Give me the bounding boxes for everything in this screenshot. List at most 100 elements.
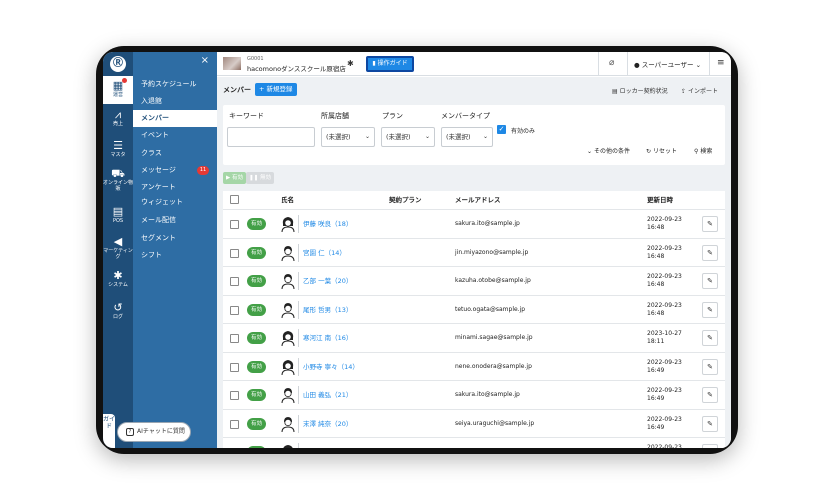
submenu-item-shift[interactable]: シフト [133,247,217,264]
table-row[interactable]: 有効 山田 義弘（21） sakura.ito@sample.jp 2022-09-2… [223,380,725,409]
shop-settings-icon[interactable]: ✱ [347,59,354,68]
divider [598,52,599,76]
reset-button[interactable]: ↻ リセット [646,146,677,155]
edit-icon[interactable]: ✎ [702,330,718,346]
app-logo-icon[interactable]: Ⓡ [110,56,126,72]
member-name-link[interactable]: 乙部 一葉（20） [303,267,352,295]
select-all-checkbox[interactable] [230,195,239,204]
sub-navigation: × 予約スケジュール 入退館 メンバー イベント クラス メッセージ 11 アン… [133,52,217,448]
column-header-updated[interactable]: 更新日時 [647,191,673,209]
row-checkbox[interactable] [230,362,239,372]
member-name-link[interactable]: 山田 義弘（21） [303,381,352,409]
megaphone-icon: ◀ [113,235,123,248]
active-only-checkbox[interactable]: ✓ [497,125,506,134]
column-header-email[interactable]: メールアドレス [455,191,501,209]
edit-icon[interactable]: ✎ [702,415,718,432]
ai-chat-button[interactable]: ? AIチャットに質問 [117,422,191,442]
submenu-item-messages[interactable]: メッセージ 11 [133,162,217,179]
new-member-button[interactable]: + 新規登録 [255,83,297,96]
guide-side-tab[interactable]: ガイド [103,414,115,448]
table-row[interactable]: 有効 宮園 仁（14） jin.miyazono@sample.jp 2022-09-… [223,237,725,267]
member-name-link[interactable]: 伊藤 咲良（18） [303,210,352,238]
rail-item-sales[interactable]: ⩘ 売上 [103,109,133,133]
rail-item-log[interactable]: ↺ ログ [103,302,133,326]
member-name-link[interactable]: 末澤 純奈（20） [303,410,352,438]
bulk-activate-button[interactable]: ▶ 有効 [223,172,246,184]
row-checkbox[interactable] [230,305,239,315]
row-checkbox[interactable] [230,419,239,429]
close-icon[interactable]: × [201,55,209,66]
member-type-select[interactable]: (未選択) ⌄ [441,127,493,147]
member-name-link[interactable]: 寒河江 南（16） [303,324,352,352]
submenu-item-checkin[interactable]: 入退館 [133,93,217,110]
row-checkbox[interactable] [230,334,239,343]
table-row[interactable]: 有効 乙部 一葉（20） kazuha.otobe@sample.jp 2022-09… [223,266,725,295]
refresh-icon: ↻ [646,148,652,155]
other-conditions-button[interactable]: ⌄ その他の条件 [587,146,630,155]
shop-code: G0001 [247,56,264,62]
submenu-item-survey[interactable]: アンケート [133,179,217,196]
divider [298,215,299,233]
submenu-item-widget[interactable]: ウィジェット [133,196,217,206]
keyword-input[interactable] [227,127,315,147]
rail-item-online-sales[interactable]: ⛟ オンライン物販 [103,168,133,198]
table-row[interactable]: 有効 伊藤 咲良（18） sakura.ito@sample.jp 2022-09-2… [223,209,725,238]
table-row[interactable]: 有効 尾形 哲男（13） tetuo.ogata@sample.jp 2022-09-… [223,294,725,324]
shop-name[interactable]: hacomonoダンススクール原宿店 [247,63,346,73]
hamburger-menu-icon[interactable]: ≡ [717,58,725,68]
shop-thumbnail [223,57,241,70]
edit-icon[interactable]: ✎ [702,358,718,375]
submenu-item-reservation[interactable]: 予約スケジュール [133,76,217,93]
rail-item-master[interactable]: ☰ マスタ [103,140,133,164]
keyword-label: キーワード [229,112,264,120]
divider [298,329,299,347]
row-checkbox[interactable] [230,220,239,229]
member-name-link[interactable]: 小野寺 寧々（14） [303,353,359,381]
locker-status-link[interactable]: ▤ ロッカー契約状況 [612,86,668,95]
table-row[interactable]: 有効 小野寺 寧々（14） nene.onodera@sample.jp 2022-0… [223,351,725,381]
plan-select[interactable]: (未選択) ⌄ [381,127,435,147]
submenu-item-classes[interactable]: クラス [133,145,217,162]
column-header-name[interactable]: 氏名 [281,191,294,209]
table-row[interactable]: 有効 末澤 純奈（20） seiya.uraguchi@sample.jp 2022-… [223,408,725,438]
notification-off-icon[interactable]: ⌀ [609,58,614,68]
submenu-item-segment[interactable]: セグメント [133,230,217,247]
edit-icon[interactable]: ✎ [702,387,718,403]
chevron-down-icon: ⌄ [424,133,430,140]
submenu-item-events[interactable]: イベント [133,127,217,144]
table-row[interactable]: 有効 2022-09-23 ✎ [223,437,725,448]
table-row[interactable]: 有効 寒河江 南（16） minami.sagae@sample.jp 2023-10… [223,323,725,352]
edit-icon[interactable]: ✎ [702,216,718,232]
plan-label: プラン [382,112,403,120]
edit-icon[interactable]: ✎ [702,444,718,448]
row-checkbox[interactable] [230,391,239,400]
bulk-deactivate-button[interactable]: ❚❚ 無効 [246,172,274,184]
avatar-icon [281,245,295,261]
user-menu[interactable]: ● スーパーユーザー ⌄ [634,59,701,69]
rail-label: 売上 [112,121,123,127]
submenu-item-members[interactable]: メンバー [133,110,217,127]
rail-item-pos[interactable]: ▤ POS [103,206,133,230]
edit-icon[interactable]: ✎ [702,301,718,318]
submenu-item-mail[interactable]: メール配信 [133,212,217,229]
rail-item-operations[interactable]: ▦ 運営 [103,76,133,104]
member-email: seiya.uraguchi@sample.jp [455,419,535,427]
updated-date: 2022-09-23 [647,244,682,252]
operation-guide-button[interactable]: ▮ 操作ガイド [366,56,414,72]
members-table: 氏名 契約プラン メールアドレス 更新日時 有効 伊藤 咲良（18） sakura.… [223,191,725,448]
edit-icon[interactable]: ✎ [702,273,718,289]
member-name-link[interactable]: 宮園 仁（14） [303,239,346,267]
filter-panel: キーワード 所属店舗 (未選択) ⌄ プラン (未選択) ⌄ メンバータイプ (未選… [223,105,725,165]
search-button[interactable]: ⚲ 検索 [694,146,712,155]
column-header-plan[interactable]: 契約プラン [389,191,422,209]
edit-icon[interactable]: ✎ [702,244,718,261]
member-name-link[interactable]: 尾形 哲男（13） [303,296,352,324]
store-select[interactable]: (未選択) ⌄ [321,127,375,147]
rail-item-marketing[interactable]: ◀ マーケティング [103,236,133,266]
import-link[interactable]: ⇪ インポート [681,86,718,95]
updated-date: 2022-09-23 [647,301,682,309]
avatar-icon [281,273,295,290]
row-checkbox[interactable] [230,277,239,286]
row-checkbox[interactable] [230,248,239,258]
rail-item-system[interactable]: ✱ システム [103,270,133,294]
